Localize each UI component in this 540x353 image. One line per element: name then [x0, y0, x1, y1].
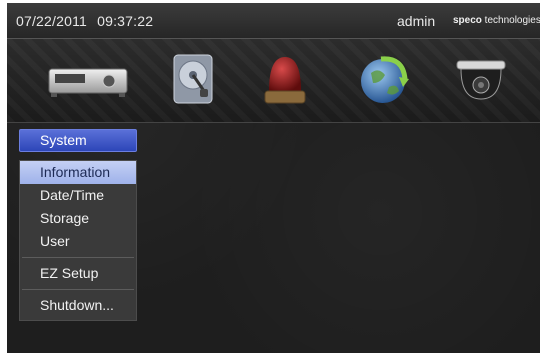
dome-camera-icon[interactable] [453, 57, 509, 103]
menu-item-shutdown[interactable]: Shutdown... [20, 294, 136, 317]
menu-title-system[interactable]: System [19, 129, 137, 152]
time-text: 09:37:22 [97, 13, 154, 29]
status-bar: 07/22/2011 09:37:22 admin speco technolo… [7, 3, 540, 39]
system-menu-panel: Information Date/Time Storage User EZ Se… [19, 160, 137, 321]
menu-separator [22, 257, 134, 258]
current-user: admin [397, 13, 436, 29]
dvr-recorder-icon[interactable] [47, 63, 129, 99]
main-icon-toolbar [7, 39, 540, 123]
brand-logo: speco technologies [453, 15, 540, 26]
network-globe-icon[interactable] [359, 53, 411, 107]
menu-separator [22, 289, 134, 290]
menu-item-information[interactable]: Information [20, 161, 136, 184]
brand-bold: speco [453, 15, 482, 26]
alarm-beacon-icon[interactable] [261, 51, 309, 109]
menu-item-date-time[interactable]: Date/Time [20, 184, 136, 207]
date-text: 07/22/2011 [16, 13, 88, 29]
disk-storage-icon[interactable] [172, 53, 214, 105]
menu-item-storage[interactable]: Storage [20, 207, 136, 230]
menu-item-ez-setup[interactable]: EZ Setup [20, 262, 136, 285]
menu-item-user[interactable]: User [20, 230, 136, 253]
brand-rest: technologies [481, 15, 540, 26]
dvr-screen: 07/22/2011 09:37:22 admin speco technolo… [7, 3, 540, 353]
datetime-display: 07/22/2011 09:37:22 [16, 13, 153, 29]
system-menu: System Information Date/Time Storage Use… [19, 129, 137, 321]
